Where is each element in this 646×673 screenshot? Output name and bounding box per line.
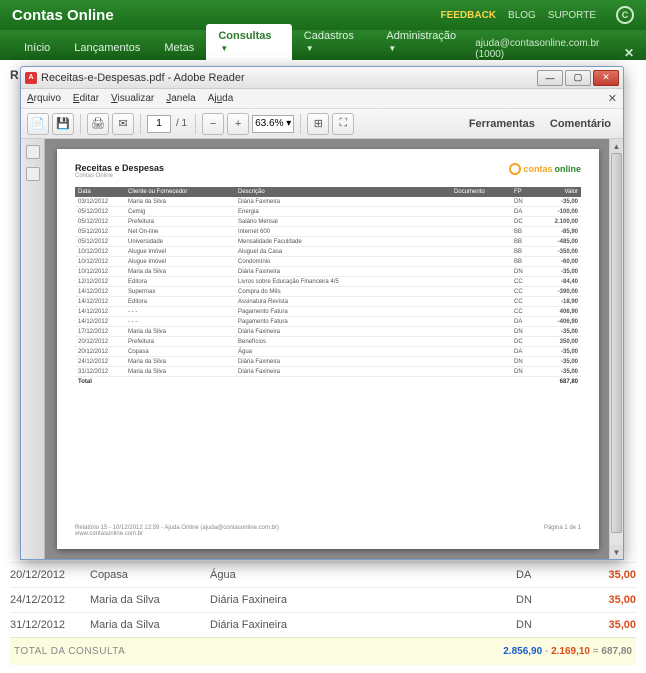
pdf-reader-window: A Receitas-e-Despesas.pdf - Adobe Reader…: [20, 66, 624, 560]
zoom-out-icon[interactable]: −: [202, 113, 224, 135]
thumbnails-icon[interactable]: [26, 145, 40, 159]
total-row: TOTAL DA CONSULTA 2.856,90 - 2.169,10 = …: [10, 637, 636, 665]
report-table: Data Cliente ou Fornecedor Descrição Doc…: [75, 187, 581, 386]
nav-consultas[interactable]: Consultas ▼: [206, 24, 291, 60]
report-subtitle: Contas Online: [75, 173, 164, 179]
background-table: 20/12/2012 Copasa Água DA 35,00 24/12/20…: [10, 562, 636, 665]
nav-cadastros[interactable]: Cadastros ▼: [292, 24, 375, 60]
report-row: 05/12/2012CemigEnergiaDA-100,00: [75, 207, 581, 217]
report-row: 20/12/2012PrefeituraBenefíciosDC350,00: [75, 337, 581, 347]
table-row[interactable]: 24/12/2012 Maria da Silva Diária Faxinei…: [10, 587, 636, 612]
report-row: 10/12/2012Maria da SilvaDiária Faxineira…: [75, 267, 581, 277]
print-icon[interactable]: 🖨: [87, 113, 109, 135]
header-links: FEEDBACK BLOG SUPORTE C: [440, 6, 634, 24]
link-feedback[interactable]: FEEDBACK: [440, 10, 496, 21]
save-icon[interactable]: 💾: [52, 113, 74, 135]
attachments-icon[interactable]: [26, 167, 40, 181]
report-row: 10/12/2012Alugue ImóvelAluguel da CasaBB…: [75, 247, 581, 257]
main-nav: Início Lançamentos Metas Consultas ▼ Cad…: [0, 30, 646, 60]
report-row: 03/12/2012Maria da SilvaDiária Faxineira…: [75, 197, 581, 207]
report-row: 14/12/2012- - -Pagamento FaturaDA-406,90: [75, 317, 581, 327]
table-row[interactable]: 31/12/2012 Maria da Silva Diária Faxinei…: [10, 612, 636, 637]
contasonline-logo: contasonline: [509, 163, 581, 175]
pdf-page: Receitas e Despesas Contas Online contas…: [57, 149, 599, 549]
toolbar: 📄 💾 🖨 ✉ / 1 − + 63.6% ▾ ⊞ ⛶ Ferramentas …: [21, 109, 623, 139]
nav-metas[interactable]: Metas: [152, 36, 206, 60]
close-icon[interactable]: ✕: [624, 46, 634, 60]
report-row: 14/12/2012EditoraAssinatura RevistaCC-18…: [75, 297, 581, 307]
chevron-down-icon: ▼: [306, 44, 314, 53]
ferramentas-button[interactable]: Ferramentas: [463, 118, 541, 130]
nav-lancamentos[interactable]: Lançamentos: [62, 36, 152, 60]
chevron-down-icon: ▼: [388, 44, 396, 53]
menu-visualizar[interactable]: Visualizar: [111, 93, 154, 104]
scroll-down-icon[interactable]: ▼: [610, 545, 623, 559]
fit-icon[interactable]: ⛶: [332, 113, 354, 135]
report-row: 14/12/2012- - -Pagamento FaturaCC406,90: [75, 307, 581, 317]
report-title: Receitas e Despesas: [75, 163, 164, 173]
menu-ajuda[interactable]: Ajuda: [208, 93, 234, 104]
document-viewport[interactable]: Receitas e Despesas Contas Online contas…: [45, 139, 623, 559]
app-title: Contas Online: [12, 7, 440, 24]
menubar: Arquivo Editar Visualizar Janela Ajuda ✕: [21, 89, 623, 109]
link-suporte[interactable]: SUPORTE: [548, 10, 596, 21]
menu-janela[interactable]: Janela: [166, 93, 195, 104]
tool-icon[interactable]: ⊞: [307, 113, 329, 135]
report-row: 31/12/2012Maria da SilvaDiária Faxineira…: [75, 367, 581, 377]
page-total: / 1: [176, 118, 187, 129]
report-row: 05/12/2012PrefeituraSalário MensalDC2.10…: [75, 217, 581, 227]
minimize-button[interactable]: —: [537, 70, 563, 86]
report-row: 17/12/2012Maria da SilvaDiária Faxineira…: [75, 327, 581, 337]
report-row: 10/12/2012Alugue ImóvelCondomínioBB-60,0…: [75, 257, 581, 267]
report-row: 05/12/2012Net On-lineInternet 600BB-85,9…: [75, 227, 581, 237]
report-row: 20/12/2012CopasaÁguaDA-35,00: [75, 347, 581, 357]
menu-arquivo[interactable]: Arquivo: [27, 93, 61, 104]
open-icon[interactable]: 📄: [27, 113, 49, 135]
link-blog[interactable]: BLOG: [508, 10, 536, 21]
menu-editar[interactable]: Editar: [73, 93, 99, 104]
nav-admin[interactable]: Administração ▼: [374, 24, 475, 60]
comentario-button[interactable]: Comentário: [544, 118, 617, 130]
brand-icon: C: [616, 6, 634, 24]
window-titlebar[interactable]: A Receitas-e-Despesas.pdf - Adobe Reader…: [21, 67, 623, 89]
pdf-icon: A: [25, 72, 37, 84]
report-row: 05/12/2012UniversidadeMensalidade Faculd…: [75, 237, 581, 247]
table-row[interactable]: 20/12/2012 Copasa Água DA 35,00: [10, 562, 636, 587]
chevron-down-icon: ▼: [220, 44, 228, 53]
pdf-sidebar: [21, 139, 45, 559]
vertical-scrollbar[interactable]: ▲ ▼: [609, 139, 623, 559]
zoom-in-icon[interactable]: +: [227, 113, 249, 135]
report-row: 12/12/2012EditoraLivros sobre Educação F…: [75, 277, 581, 287]
scroll-thumb[interactable]: [611, 153, 622, 533]
menubar-close-icon[interactable]: ✕: [608, 92, 617, 105]
report-row: 24/12/2012Maria da SilvaDiária Faxineira…: [75, 357, 581, 367]
nav-inicio[interactable]: Início: [12, 36, 62, 60]
zoom-select[interactable]: 63.6% ▾: [252, 115, 294, 133]
page-number-input[interactable]: [147, 115, 171, 133]
close-button[interactable]: ✕: [593, 70, 619, 86]
maximize-button[interactable]: ▢: [565, 70, 591, 86]
email-icon[interactable]: ✉: [112, 113, 134, 135]
window-title: Receitas-e-Despesas.pdf - Adobe Reader: [41, 72, 537, 84]
nav-user: ajuda@contasonline.com.br (1000): [475, 38, 624, 60]
scroll-up-icon[interactable]: ▲: [610, 139, 623, 153]
report-row: 14/12/2012SupermaxCompra do MêsCC-390,00: [75, 287, 581, 297]
document-area: Receitas e Despesas Contas Online contas…: [21, 139, 623, 559]
report-footer: Relatório 15 - 10/12/2012 12:59 - Ajuda …: [75, 525, 581, 537]
